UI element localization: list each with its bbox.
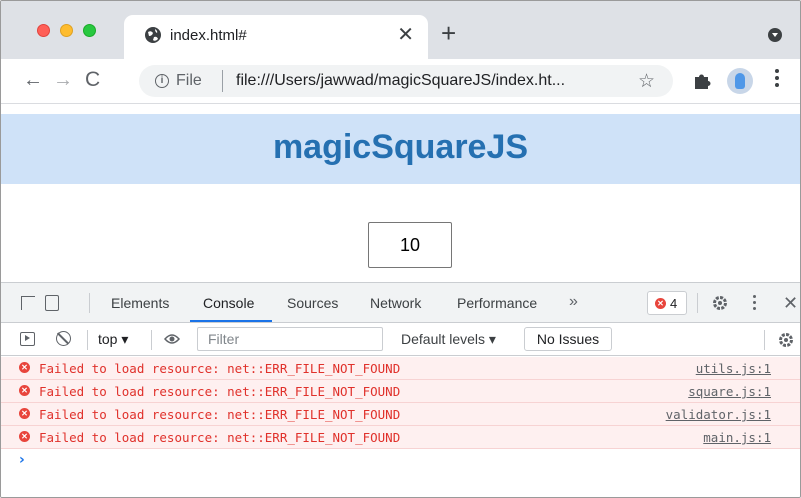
tab-network[interactable]: Network xyxy=(370,295,421,311)
close-window-button[interactable] xyxy=(37,24,50,37)
console-error-row: ✕ Failed to load resource: net::ERR_FILE… xyxy=(1,380,800,403)
tab-performance[interactable]: Performance xyxy=(457,295,537,311)
error-icon: ✕ xyxy=(19,431,30,442)
size-input[interactable]: 10 xyxy=(368,222,452,268)
eye-icon[interactable] xyxy=(164,332,180,346)
url-separator xyxy=(222,70,223,92)
divider xyxy=(151,330,152,350)
console-settings-gear-icon[interactable] xyxy=(777,331,795,349)
sidebar-icon[interactable] xyxy=(20,332,35,346)
error-source-link[interactable]: square.js:1 xyxy=(688,384,771,399)
gear-icon[interactable] xyxy=(711,294,729,312)
device-icon[interactable] xyxy=(45,295,59,311)
url-scheme-label: File xyxy=(176,72,202,89)
active-tab-indicator xyxy=(190,320,272,322)
tab-console[interactable]: Console xyxy=(203,295,254,311)
tab-search-icon[interactable] xyxy=(768,28,782,42)
clear-icon[interactable] xyxy=(56,331,71,346)
console-error-row: ✕ Failed to load resource: net::ERR_FILE… xyxy=(1,426,800,449)
page-header: magicSquareJS xyxy=(1,114,800,184)
console-error-row: ✕ Failed to load resource: net::ERR_FILE… xyxy=(1,357,800,380)
error-icon: ✕ xyxy=(19,362,30,373)
error-count: 4 xyxy=(670,296,678,311)
error-source-link[interactable]: main.js:1 xyxy=(703,430,771,445)
page-title: magicSquareJS xyxy=(272,128,529,166)
tab-strip: index.html# ✕ + xyxy=(1,1,800,59)
browser-window: index.html# ✕ + ← → C i File file:///Use… xyxy=(0,0,801,498)
more-tabs-button[interactable]: » xyxy=(569,293,578,311)
star-icon[interactable]: ☆ xyxy=(638,70,655,93)
error-message: Failed to load resource: net::ERR_FILE_N… xyxy=(39,361,401,376)
context-selector[interactable]: top ▾ xyxy=(98,331,128,348)
issues-button[interactable]: No Issues xyxy=(524,327,612,351)
divider xyxy=(87,330,88,350)
tab-sources[interactable]: Sources xyxy=(287,295,338,311)
new-tab-button[interactable]: + xyxy=(441,20,456,46)
error-source-link[interactable]: utils.js:1 xyxy=(696,361,771,376)
error-icon: ✕ xyxy=(655,298,666,309)
error-icon: ✕ xyxy=(19,385,30,396)
maximize-window-button[interactable] xyxy=(83,24,96,37)
tab-elements[interactable]: Elements xyxy=(111,295,169,311)
console-filter-bar: top ▾ Filter Default levels ▾ No Issues xyxy=(1,323,800,356)
puzzle-icon[interactable] xyxy=(691,69,713,91)
error-source-link[interactable]: validator.js:1 xyxy=(666,407,771,422)
info-icon[interactable]: i xyxy=(155,74,169,88)
menu-icon[interactable] xyxy=(775,69,779,89)
error-message: Failed to load resource: net::ERR_FILE_N… xyxy=(39,430,401,445)
devtools-panel: Elements Console Sources Network Perform… xyxy=(1,282,800,497)
browser-toolbar: ← → C i File file:///Users/jawwad/magicS… xyxy=(1,59,800,104)
prompt-caret-icon: › xyxy=(19,452,25,468)
error-icon: ✕ xyxy=(19,408,30,419)
profile-icon[interactable] xyxy=(727,68,753,94)
back-button[interactable]: ← xyxy=(23,67,43,93)
divider xyxy=(89,293,90,313)
console-error-row: ✕ Failed to load resource: net::ERR_FILE… xyxy=(1,403,800,426)
close-devtools-icon[interactable]: ✕ xyxy=(783,293,798,313)
log-levels-dropdown[interactable]: Default levels ▾ xyxy=(401,331,496,348)
devtools-tab-bar: Elements Console Sources Network Perform… xyxy=(1,283,800,323)
error-message: Failed to load resource: net::ERR_FILE_N… xyxy=(39,384,401,399)
console-messages: ✕ Failed to load resource: net::ERR_FILE… xyxy=(1,357,800,471)
error-message: Failed to load resource: net::ERR_FILE_N… xyxy=(39,407,401,422)
tab-index-html[interactable]: index.html# ✕ xyxy=(124,15,428,59)
address-bar[interactable]: i File file:///Users/jawwad/magicSquareJ… xyxy=(139,65,673,97)
tab-title: index.html# xyxy=(170,27,247,44)
inspect-icon[interactable] xyxy=(21,296,35,310)
filter-input[interactable]: Filter xyxy=(197,327,383,351)
console-prompt[interactable]: › xyxy=(1,449,800,471)
divider xyxy=(764,330,765,350)
globe-icon xyxy=(145,27,161,43)
close-tab-icon[interactable]: ✕ xyxy=(397,24,414,46)
reload-button[interactable]: C xyxy=(85,67,100,93)
minimize-window-button[interactable] xyxy=(60,24,73,37)
page-content: magicSquareJS 10 xyxy=(1,104,800,282)
error-count-badge[interactable]: ✕ 4 xyxy=(647,291,687,315)
divider xyxy=(697,293,698,313)
url-text[interactable]: file:///Users/jawwad/magicSquareJS/index… xyxy=(236,72,565,90)
forward-button[interactable]: → xyxy=(53,67,73,93)
devtools-menu-icon[interactable] xyxy=(753,295,756,311)
